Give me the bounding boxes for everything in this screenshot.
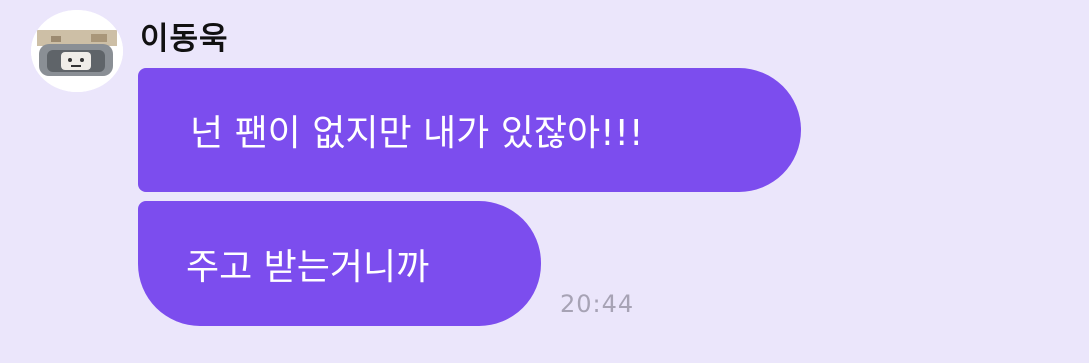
message-text: 넌 팬이 없지만 내가 있잖아!!! xyxy=(190,113,644,154)
message-text: 주고 받는거니까 xyxy=(186,246,430,288)
message-timestamp: 20:44 xyxy=(560,290,635,318)
sender-avatar[interactable] xyxy=(31,10,123,92)
message-bubble[interactable]: 주고 받는거니까 xyxy=(138,201,541,326)
profile-photo-icon xyxy=(31,10,123,92)
message-bubble[interactable]: 넌 팬이 없지만 내가 있잖아!!! xyxy=(138,68,801,192)
sender-name: 이동욱 xyxy=(140,21,229,57)
